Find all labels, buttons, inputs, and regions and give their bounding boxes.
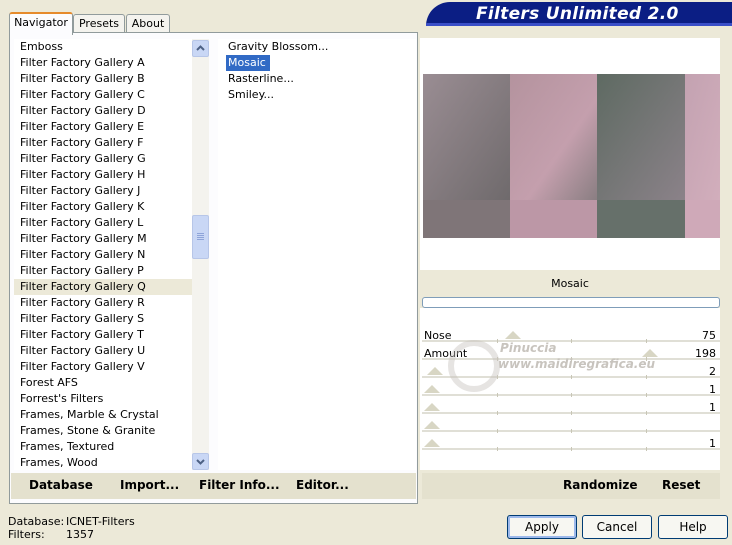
- category-list[interactable]: Emboss Filter Factory Gallery A Filter Fac…: [14, 39, 192, 470]
- category-item[interactable]: Filter Factory Gallery B: [14, 71, 192, 87]
- filter-name-label: Mosaic: [420, 272, 720, 296]
- database-button[interactable]: Database: [29, 478, 93, 492]
- category-item[interactable]: Filter Factory Gallery A: [14, 55, 192, 71]
- slider-tick: [496, 447, 498, 451]
- slider-tick: [645, 393, 647, 397]
- slider-tick: [496, 411, 498, 415]
- slider-knob[interactable]: [424, 385, 440, 393]
- category-scrollbar[interactable]: [192, 39, 209, 470]
- filters-count-value: 1357: [66, 528, 94, 541]
- filter-list[interactable]: Gravity Blossom... Mosaic Rasterline... Smi…: [218, 39, 416, 470]
- category-item[interactable]: Filter Factory Gallery S: [14, 311, 192, 327]
- app-title: Filters Unlimited 2.0: [476, 4, 679, 24]
- scroll-up-button[interactable]: [192, 40, 209, 57]
- database-status-value: ICNET-Filters: [66, 515, 135, 528]
- scroll-thumb[interactable]: [192, 215, 209, 259]
- category-item[interactable]: Filter Factory Gallery H: [14, 167, 192, 183]
- editor-button[interactable]: Editor...: [296, 478, 349, 492]
- category-item[interactable]: Filter Factory Gallery P: [14, 263, 192, 279]
- filter-item[interactable]: Gravity Blossom...: [218, 39, 416, 55]
- category-item[interactable]: Filter Factory Gallery M: [14, 231, 192, 247]
- slider-knob[interactable]: [426, 367, 443, 375]
- slider-tick: [571, 447, 572, 451]
- chevron-down-icon: [196, 459, 205, 465]
- category-item[interactable]: Filter Factory Gallery C: [14, 87, 192, 103]
- import-button[interactable]: Import...: [120, 478, 179, 492]
- category-item[interactable]: Forest AFS: [14, 375, 192, 391]
- watermark: Pinuccia www.maidiregrafica.eu: [452, 340, 655, 372]
- slider-tick: [645, 429, 647, 433]
- database-status-label: Database:: [8, 515, 65, 528]
- category-item[interactable]: Filter Factory Gallery F: [14, 135, 192, 151]
- slider-track[interactable]: [422, 447, 720, 451]
- slider-track[interactable]: [422, 393, 720, 397]
- tab-navigator[interactable]: Navigator: [9, 12, 73, 35]
- slider-value: 2: [709, 365, 716, 378]
- slider-knob[interactable]: [424, 403, 440, 411]
- slider-knob[interactable]: [505, 331, 522, 339]
- progress-bar: [422, 297, 720, 308]
- slider-value: 1: [709, 401, 716, 414]
- scroll-down-button[interactable]: [192, 453, 209, 470]
- filter-item[interactable]: Mosaic: [226, 55, 270, 71]
- slider-tick: [645, 447, 647, 451]
- slider-value: 1: [709, 437, 716, 450]
- slider-label: Nose: [424, 329, 452, 342]
- apply-button[interactable]: Apply: [507, 515, 577, 539]
- category-item[interactable]: Frames, Stone & Granite: [14, 423, 192, 439]
- filter-item[interactable]: Rasterline...: [218, 71, 416, 87]
- category-item[interactable]: Frames, Textured: [14, 439, 192, 455]
- slider-value: 1: [709, 383, 716, 396]
- slider-knob[interactable]: [424, 439, 440, 447]
- watermark-name: Pinuccia: [500, 341, 557, 355]
- chevron-up-icon: [196, 45, 205, 51]
- slider-track[interactable]: [422, 429, 720, 433]
- category-item[interactable]: Filter Factory Gallery L: [14, 215, 192, 231]
- slider-tick: [496, 393, 498, 397]
- category-item[interactable]: Filter Factory Gallery G: [14, 151, 192, 167]
- category-item[interactable]: Filter Factory Gallery V: [14, 359, 192, 375]
- slider-row[interactable]: 1: [420, 436, 720, 454]
- category-item[interactable]: Filter Factory Gallery E: [14, 119, 192, 135]
- category-item[interactable]: Filter Factory Gallery T: [14, 327, 192, 343]
- filter-item[interactable]: Smiley...: [218, 87, 416, 103]
- slider-tick: [571, 393, 572, 397]
- reset-button[interactable]: Reset: [662, 478, 700, 492]
- slider-tick: [645, 411, 647, 415]
- category-item[interactable]: Filter Factory Gallery Q: [14, 279, 192, 295]
- category-item[interactable]: Emboss: [14, 39, 192, 55]
- category-item[interactable]: Filter Factory Gallery D: [14, 103, 192, 119]
- slider-value: 198: [695, 347, 716, 360]
- preview-image[interactable]: [423, 74, 720, 238]
- slider-row[interactable]: [420, 418, 720, 436]
- category-item[interactable]: Forrest's Filters: [14, 391, 192, 407]
- category-item[interactable]: Frames, Marble & Crystal: [14, 407, 192, 423]
- tab-about[interactable]: About: [126, 14, 170, 33]
- slider-tick: [645, 375, 647, 379]
- slider-tick: [571, 375, 572, 379]
- slider-tick: [571, 411, 572, 415]
- randomize-button[interactable]: Randomize: [563, 478, 637, 492]
- category-item[interactable]: Filter Factory Gallery N: [14, 247, 192, 263]
- help-button[interactable]: Help: [658, 515, 728, 539]
- slider-value: 75: [702, 329, 716, 342]
- slider-tick: [571, 429, 572, 433]
- tab-presets[interactable]: Presets: [73, 14, 125, 33]
- slider-track[interactable]: [422, 411, 720, 415]
- category-item[interactable]: Frames, Wood: [14, 455, 192, 470]
- category-item[interactable]: Filter Factory Gallery K: [14, 199, 192, 215]
- slider-knob[interactable]: [424, 421, 440, 429]
- slider-row[interactable]: 1: [420, 400, 720, 418]
- category-item[interactable]: Filter Factory Gallery U: [14, 343, 192, 359]
- watermark-url: www.maidiregrafica.eu: [498, 357, 656, 371]
- cancel-button[interactable]: Cancel: [582, 515, 652, 539]
- filter-info-button[interactable]: Filter Info...: [199, 478, 280, 492]
- filters-count-label: Filters:: [8, 528, 45, 541]
- category-item[interactable]: Filter Factory Gallery J: [14, 183, 192, 199]
- category-item[interactable]: Filter Factory Gallery R: [14, 295, 192, 311]
- slider-tick: [496, 429, 498, 433]
